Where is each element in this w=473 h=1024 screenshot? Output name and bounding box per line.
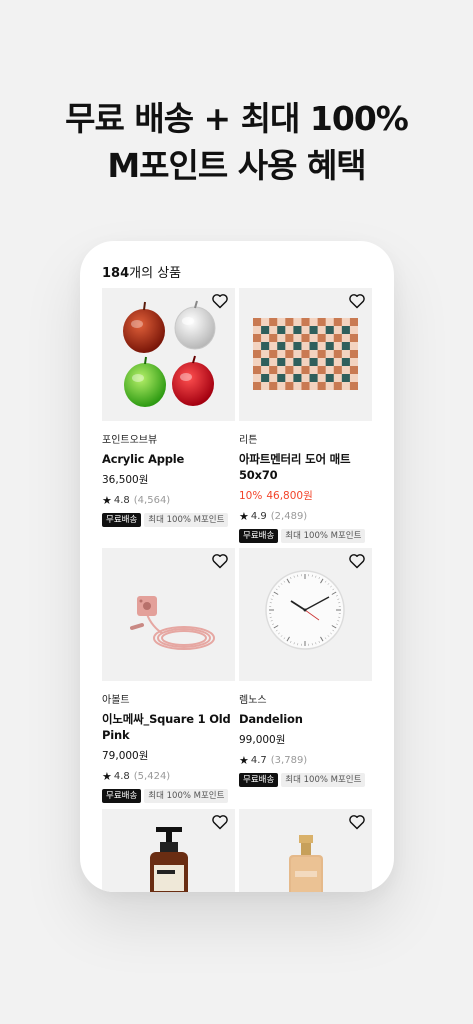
product-image[interactable] [102,288,235,421]
heart-icon[interactable] [211,293,229,309]
free-shipping-badge: 무료배송 [102,789,142,803]
point-badge: 최대 100% M포인트 [144,789,229,803]
product-rating: ★ 4.7 (3,789) [239,754,372,767]
heart-icon[interactable] [348,293,366,309]
heart-icon[interactable] [348,814,366,830]
point-badge: 최대 100% M포인트 [281,773,366,787]
rating-value: 4.8 [113,495,130,506]
product-brand: 아볼트 [102,695,130,706]
product-rating: ★ 4.9 (2,489) [239,510,372,523]
product-price: 10% 46,800원 [239,488,372,503]
heart-icon[interactable] [211,814,229,830]
product-rating: ★ 4.8 (4,564) [102,494,235,507]
heart-icon[interactable] [348,553,366,569]
product-image[interactable] [102,548,235,681]
promo-headline-line2: M포인트 사용 혜택 [107,146,366,185]
product-price: 79,000원 [102,750,149,762]
free-shipping-badge: 무료배송 [239,773,279,787]
promo-headline-line1: 무료 배송 + 최대 100% [65,99,409,138]
product-brand: 리튼 [239,435,258,446]
rating-value: 4.7 [250,755,267,766]
product-card[interactable]: 리튼 아파트멘터리 도어 매트 50x70 10% 46,800원 ★ 4.9 (… [239,288,372,543]
point-badge: 최대 100% M포인트 [281,529,366,543]
free-shipping-badge: 무료배송 [239,529,279,543]
product-card[interactable] [102,809,235,892]
discount-rate: 10% [239,490,263,502]
product-card[interactable]: 포인트오브뷰 Acrylic Apple 36,500원 ★ 4.8 (4,56… [102,288,235,527]
product-name[interactable]: Acrylic Apple [102,451,235,467]
star-icon: ★ [102,494,112,507]
review-count: (2,489) [270,511,308,522]
review-count: (5,424) [133,771,171,782]
star-icon: ★ [239,510,249,523]
product-price: 99,000원 [239,734,286,746]
star-icon: ★ [239,754,249,767]
rating-value: 4.8 [113,771,130,782]
product-price: 36,500원 [102,474,149,486]
product-card[interactable] [239,809,372,892]
product-brand: 렘노스 [239,695,267,706]
rating-value: 4.9 [250,511,267,522]
free-shipping-badge: 무료배송 [102,513,142,527]
product-count: 184개의 상품 [102,262,181,281]
point-badge: 최대 100% M포인트 [144,513,229,527]
product-rating: ★ 4.8 (5,424) [102,770,235,783]
product-image[interactable] [239,809,372,892]
product-brand: 포인트오브뷰 [102,435,158,446]
product-count-label: 개의 상품 [129,266,182,281]
phone-screen: 184개의 상품 포인트오브뷰 Acrylic Apple 36,500원 ★ … [80,241,394,892]
product-image[interactable] [239,288,372,421]
product-name[interactable]: Dandelion [239,711,372,727]
promo-headline: 무료 배송 + 최대 100% M포인트 사용 혜택 [0,95,473,189]
review-count: (3,789) [270,755,308,766]
product-image[interactable] [239,548,372,681]
product-card[interactable]: 아볼트 이노메싸_Square 1 Old Pink 79,000원 ★ 4.8… [102,548,235,803]
star-icon: ★ [102,770,112,783]
product-image[interactable] [102,809,235,892]
heart-icon[interactable] [211,553,229,569]
review-count: (4,564) [133,495,171,506]
product-name[interactable]: 아파트멘터리 도어 매트 50x70 [239,451,372,483]
product-card[interactable]: 렘노스 Dandelion 99,000원 ★ 4.7 (3,789) 무료배송… [239,548,372,787]
sale-price: 46,800원 [266,490,313,502]
product-name[interactable]: 이노메싸_Square 1 Old Pink [102,711,235,743]
product-count-number: 184 [102,266,130,281]
